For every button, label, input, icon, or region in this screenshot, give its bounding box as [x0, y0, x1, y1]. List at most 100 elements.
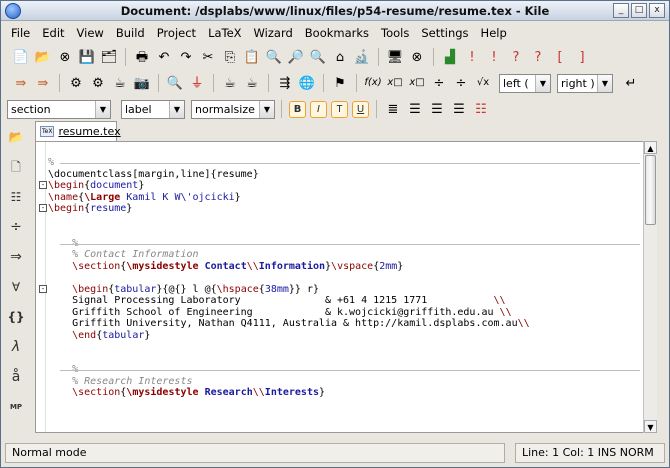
menu-settings[interactable]: Settings [415, 26, 474, 40]
itemize-icon[interactable]: ☰ [405, 99, 425, 119]
view-icon[interactable]: 🖥 [385, 47, 405, 67]
code-line[interactable] [48, 272, 644, 284]
makeindex-icon[interactable]: ☕ [242, 73, 262, 93]
new-file-icon[interactable]: 📄 [11, 47, 31, 67]
dfrac-icon[interactable]: ÷ [451, 73, 471, 93]
scroll-thumb[interactable] [645, 155, 656, 225]
ps-icon[interactable]: 📷 [132, 73, 152, 93]
scroll-up-icon[interactable]: ▲ [644, 141, 657, 154]
bracket-right-icon[interactable]: ] [572, 47, 592, 67]
left-delimiter-select[interactable]: left (▼ [499, 73, 551, 93]
structure-tree-icon[interactable]: ⌂ [330, 47, 350, 67]
description-icon[interactable]: ☰ [449, 99, 469, 119]
code-line[interactable]: \section{\mysidestyle Research\\Interest… [48, 387, 644, 399]
code-line[interactable] [48, 353, 644, 365]
redo-icon[interactable]: ↷ [176, 47, 196, 67]
lambda-icon[interactable]: λ [6, 335, 26, 359]
code-line[interactable]: % [48, 364, 644, 376]
replace-icon[interactable]: 🔍 [308, 47, 328, 67]
code-line[interactable]: Griffith University, Nathan Q4111, Austr… [48, 318, 644, 330]
pdflatex-icon[interactable]: ☕ [110, 73, 130, 93]
subscript-icon[interactable]: x□ [385, 73, 405, 93]
bibtex-icon[interactable]: ☕ [220, 73, 240, 93]
find-icon[interactable]: 🔍 [264, 47, 284, 67]
code-editor[interactable]: % \documentclass[margin,line]{resume} \beg… [39, 157, 644, 399]
menu-file[interactable]: File [5, 26, 36, 40]
dvips-icon[interactable]: ⚙ [88, 73, 108, 93]
code-line[interactable]: \end{tabular} [48, 330, 644, 342]
code-line[interactable]: \section{\mysidestyle Contact\\Informati… [48, 261, 644, 273]
superscript-icon[interactable]: x□ [407, 73, 427, 93]
close-doc-icon[interactable]: ⊗ [55, 47, 75, 67]
metapost-icon[interactable]: MP [6, 395, 26, 419]
find-next-icon[interactable]: 🔎 [286, 47, 306, 67]
underline-button[interactable]: U [352, 100, 369, 118]
scroll-down-icon[interactable]: ▼ [644, 420, 657, 433]
forward-search-icon[interactable]: ⇶ [275, 73, 295, 93]
paste-icon[interactable]: 📋 [242, 47, 262, 67]
code-line[interactable]: % Contact Information [48, 249, 644, 261]
menu-latex[interactable]: LaTeX [202, 26, 247, 40]
bracket-left-icon[interactable]: [ [550, 47, 570, 67]
editor-area[interactable]: % \documentclass[margin,line]{resume} \beg… [35, 141, 657, 433]
quickbuild-icon[interactable]: ⇛ [11, 73, 31, 93]
fraction-icon[interactable]: ÷ [429, 73, 449, 93]
stop-icon[interactable]: ⊗ [407, 47, 427, 67]
forall-icon[interactable]: ∀ [6, 275, 26, 299]
print-icon[interactable]: 🖶 [132, 47, 152, 67]
menu-view[interactable]: View [71, 26, 110, 40]
code-line[interactable]: \name{\Large Kamil K W\'ojcicki} [48, 192, 644, 204]
code-line[interactable] [48, 226, 644, 238]
return-icon[interactable]: ↵ [621, 73, 641, 93]
fold-marker-icon[interactable]: - [39, 284, 47, 293]
arrow-icon[interactable]: ⇒ [6, 245, 26, 269]
code-line[interactable]: \begin{tabular}{@{} l @{\hspace{38mm}} r… [39, 284, 644, 296]
web-icon[interactable]: 🌐 [297, 73, 317, 93]
tab-resume-tex[interactable]: TeX resume.tex [35, 121, 121, 141]
cut-icon[interactable]: ✂ [198, 47, 218, 67]
close-button[interactable]: x [649, 3, 665, 18]
dvi-icon[interactable]: ⚙ [66, 73, 86, 93]
save-all-icon[interactable]: 🗂 [99, 47, 119, 67]
fold-marker-icon[interactable]: - [39, 204, 47, 212]
fold-marker-icon[interactable]: - [39, 181, 47, 189]
maximize-button[interactable]: □ [631, 3, 647, 18]
code-line[interactable] [48, 215, 644, 227]
code-line[interactable]: \begin{document} - [39, 180, 644, 192]
plus-icon[interactable]: ÷ [6, 215, 26, 239]
latex-icon[interactable]: ⇛ [33, 73, 53, 93]
menu-project[interactable]: Project [151, 26, 202, 40]
center-align-icon[interactable]: ≣ [383, 99, 403, 119]
run-icon[interactable]: ⚑ [330, 73, 350, 93]
minimize-button[interactable]: _ [613, 3, 629, 18]
right-delimiter-select[interactable]: right ) ▼ [557, 73, 613, 93]
code-line[interactable]: % [48, 238, 644, 250]
tabular-icon[interactable]: ☷ [471, 99, 491, 119]
undo-icon[interactable]: ↶ [154, 47, 174, 67]
document-icon[interactable]: 🗋 [6, 155, 26, 179]
open-folder-icon[interactable]: 📂 [33, 47, 53, 67]
bold-button[interactable]: B [289, 100, 306, 118]
menu-bookmarks[interactable]: Bookmarks [299, 26, 375, 40]
section-select[interactable]: section ▼ [7, 99, 111, 119]
menu-wizard[interactable]: Wizard [248, 26, 299, 40]
a-ring-icon[interactable]: å [6, 365, 26, 389]
italic-button[interactable]: I [310, 100, 327, 118]
spell-check-icon[interactable]: 🔬 [352, 47, 372, 67]
menu-build[interactable]: Build [110, 26, 151, 40]
menu-edit[interactable]: Edit [36, 26, 70, 40]
structure-icon[interactable]: ☷ [6, 185, 26, 209]
graph-icon[interactable]: ▟ [440, 47, 460, 67]
view-dvi-icon[interactable]: 🔍 [165, 73, 185, 93]
code-line[interactable] [48, 341, 644, 353]
function-icon[interactable]: f(x) [363, 73, 383, 93]
copy-icon[interactable]: ⎘ [220, 47, 240, 67]
code-line[interactable]: % [48, 157, 644, 169]
menu-help[interactable]: Help [475, 26, 513, 40]
enumerate-icon[interactable]: ☰ [427, 99, 447, 119]
question-next-icon[interactable]: ? [528, 47, 548, 67]
bookmark-next-icon[interactable]: ! [484, 47, 504, 67]
braces-icon[interactable]: {} [6, 305, 26, 329]
open-icon[interactable]: 📂 [6, 125, 26, 149]
code-line[interactable]: Signal Processing Laboratory & +61 4 121… [48, 295, 644, 307]
